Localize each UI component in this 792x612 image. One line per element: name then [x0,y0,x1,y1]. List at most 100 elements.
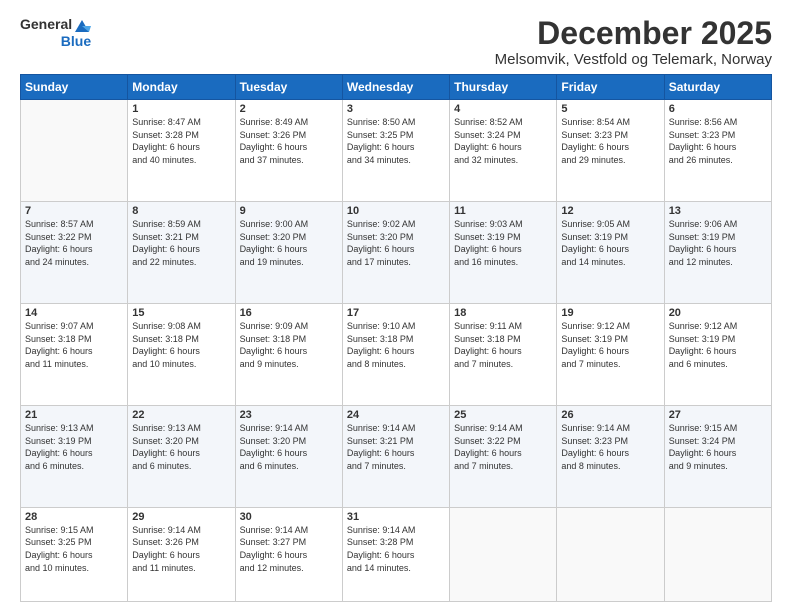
logo-blue-text: Blue [61,34,91,49]
table-row [21,100,128,202]
table-row: 25Sunrise: 9:14 AM Sunset: 3:22 PM Dayli… [450,405,557,507]
table-row [450,507,557,601]
table-row: 2Sunrise: 8:49 AM Sunset: 3:26 PM Daylig… [235,100,342,202]
day-info: Sunrise: 9:06 AM Sunset: 3:19 PM Dayligh… [669,218,767,268]
day-number: 3 [347,103,445,115]
table-row: 9Sunrise: 9:00 AM Sunset: 3:20 PM Daylig… [235,202,342,304]
table-row: 15Sunrise: 9:08 AM Sunset: 3:18 PM Dayli… [128,304,235,406]
day-info: Sunrise: 9:14 AM Sunset: 3:22 PM Dayligh… [454,422,552,472]
calendar-week-row: 7Sunrise: 8:57 AM Sunset: 3:22 PM Daylig… [21,202,772,304]
col-wednesday: Wednesday [342,75,449,100]
table-row: 11Sunrise: 9:03 AM Sunset: 3:19 PM Dayli… [450,202,557,304]
table-row: 27Sunrise: 9:15 AM Sunset: 3:24 PM Dayli… [664,405,771,507]
day-info: Sunrise: 8:54 AM Sunset: 3:23 PM Dayligh… [561,116,659,166]
day-number: 12 [561,205,659,217]
day-info: Sunrise: 9:14 AM Sunset: 3:26 PM Dayligh… [132,524,230,574]
day-info: Sunrise: 8:59 AM Sunset: 3:21 PM Dayligh… [132,218,230,268]
day-number: 9 [240,205,338,217]
day-info: Sunrise: 8:49 AM Sunset: 3:26 PM Dayligh… [240,116,338,166]
day-info: Sunrise: 8:57 AM Sunset: 3:22 PM Dayligh… [25,218,123,268]
location-title: Melsomvik, Vestfold og Telemark, Norway [495,51,772,68]
table-row: 30Sunrise: 9:14 AM Sunset: 3:27 PM Dayli… [235,507,342,601]
month-title: December 2025 [495,16,772,51]
day-number: 21 [25,409,123,421]
table-row: 4Sunrise: 8:52 AM Sunset: 3:24 PM Daylig… [450,100,557,202]
day-number: 6 [669,103,767,115]
table-row: 19Sunrise: 9:12 AM Sunset: 3:19 PM Dayli… [557,304,664,406]
day-info: Sunrise: 9:03 AM Sunset: 3:19 PM Dayligh… [454,218,552,268]
col-monday: Monday [128,75,235,100]
table-row: 17Sunrise: 9:10 AM Sunset: 3:18 PM Dayli… [342,304,449,406]
logo-icon [73,16,91,34]
day-info: Sunrise: 9:05 AM Sunset: 3:19 PM Dayligh… [561,218,659,268]
calendar-week-row: 21Sunrise: 9:13 AM Sunset: 3:19 PM Dayli… [21,405,772,507]
logo: General Blue [20,16,91,49]
day-number: 1 [132,103,230,115]
col-tuesday: Tuesday [235,75,342,100]
day-info: Sunrise: 9:13 AM Sunset: 3:19 PM Dayligh… [25,422,123,472]
table-row [664,507,771,601]
col-friday: Friday [557,75,664,100]
day-number: 29 [132,511,230,523]
table-row: 16Sunrise: 9:09 AM Sunset: 3:18 PM Dayli… [235,304,342,406]
day-info: Sunrise: 8:50 AM Sunset: 3:25 PM Dayligh… [347,116,445,166]
table-row: 7Sunrise: 8:57 AM Sunset: 3:22 PM Daylig… [21,202,128,304]
day-number: 23 [240,409,338,421]
day-info: Sunrise: 8:47 AM Sunset: 3:28 PM Dayligh… [132,116,230,166]
day-info: Sunrise: 9:09 AM Sunset: 3:18 PM Dayligh… [240,320,338,370]
day-number: 2 [240,103,338,115]
col-sunday: Sunday [21,75,128,100]
calendar-page: General Blue December 2025 Melsomvik, Ve… [0,0,792,612]
table-row: 29Sunrise: 9:14 AM Sunset: 3:26 PM Dayli… [128,507,235,601]
day-info: Sunrise: 9:08 AM Sunset: 3:18 PM Dayligh… [132,320,230,370]
calendar-week-row: 1Sunrise: 8:47 AM Sunset: 3:28 PM Daylig… [21,100,772,202]
table-row: 12Sunrise: 9:05 AM Sunset: 3:19 PM Dayli… [557,202,664,304]
day-number: 18 [454,307,552,319]
day-info: Sunrise: 9:15 AM Sunset: 3:25 PM Dayligh… [25,524,123,574]
day-number: 5 [561,103,659,115]
table-row: 10Sunrise: 9:02 AM Sunset: 3:20 PM Dayli… [342,202,449,304]
day-number: 13 [669,205,767,217]
table-row: 1Sunrise: 8:47 AM Sunset: 3:28 PM Daylig… [128,100,235,202]
table-row: 14Sunrise: 9:07 AM Sunset: 3:18 PM Dayli… [21,304,128,406]
logo-general-text: General [20,17,72,32]
day-number: 16 [240,307,338,319]
table-row: 20Sunrise: 9:12 AM Sunset: 3:19 PM Dayli… [664,304,771,406]
calendar-week-row: 28Sunrise: 9:15 AM Sunset: 3:25 PM Dayli… [21,507,772,601]
day-number: 10 [347,205,445,217]
table-row: 8Sunrise: 8:59 AM Sunset: 3:21 PM Daylig… [128,202,235,304]
table-row: 18Sunrise: 9:11 AM Sunset: 3:18 PM Dayli… [450,304,557,406]
calendar-week-row: 14Sunrise: 9:07 AM Sunset: 3:18 PM Dayli… [21,304,772,406]
col-thursday: Thursday [450,75,557,100]
day-number: 19 [561,307,659,319]
day-number: 25 [454,409,552,421]
table-row: 22Sunrise: 9:13 AM Sunset: 3:20 PM Dayli… [128,405,235,507]
day-number: 7 [25,205,123,217]
table-row: 6Sunrise: 8:56 AM Sunset: 3:23 PM Daylig… [664,100,771,202]
day-info: Sunrise: 9:14 AM Sunset: 3:20 PM Dayligh… [240,422,338,472]
day-number: 15 [132,307,230,319]
day-info: Sunrise: 9:12 AM Sunset: 3:19 PM Dayligh… [669,320,767,370]
calendar-header-row: Sunday Monday Tuesday Wednesday Thursday… [21,75,772,100]
day-info: Sunrise: 9:14 AM Sunset: 3:28 PM Dayligh… [347,524,445,574]
day-number: 24 [347,409,445,421]
day-number: 17 [347,307,445,319]
day-info: Sunrise: 9:15 AM Sunset: 3:24 PM Dayligh… [669,422,767,472]
day-number: 26 [561,409,659,421]
day-info: Sunrise: 8:56 AM Sunset: 3:23 PM Dayligh… [669,116,767,166]
table-row: 26Sunrise: 9:14 AM Sunset: 3:23 PM Dayli… [557,405,664,507]
day-info: Sunrise: 9:14 AM Sunset: 3:23 PM Dayligh… [561,422,659,472]
day-number: 30 [240,511,338,523]
table-row: 31Sunrise: 9:14 AM Sunset: 3:28 PM Dayli… [342,507,449,601]
day-info: Sunrise: 9:12 AM Sunset: 3:19 PM Dayligh… [561,320,659,370]
day-number: 4 [454,103,552,115]
day-info: Sunrise: 9:10 AM Sunset: 3:18 PM Dayligh… [347,320,445,370]
day-info: Sunrise: 9:13 AM Sunset: 3:20 PM Dayligh… [132,422,230,472]
day-number: 28 [25,511,123,523]
table-row: 28Sunrise: 9:15 AM Sunset: 3:25 PM Dayli… [21,507,128,601]
table-row: 13Sunrise: 9:06 AM Sunset: 3:19 PM Dayli… [664,202,771,304]
day-number: 27 [669,409,767,421]
day-info: Sunrise: 9:14 AM Sunset: 3:21 PM Dayligh… [347,422,445,472]
title-block: December 2025 Melsomvik, Vestfold og Tel… [495,16,772,68]
day-number: 20 [669,307,767,319]
